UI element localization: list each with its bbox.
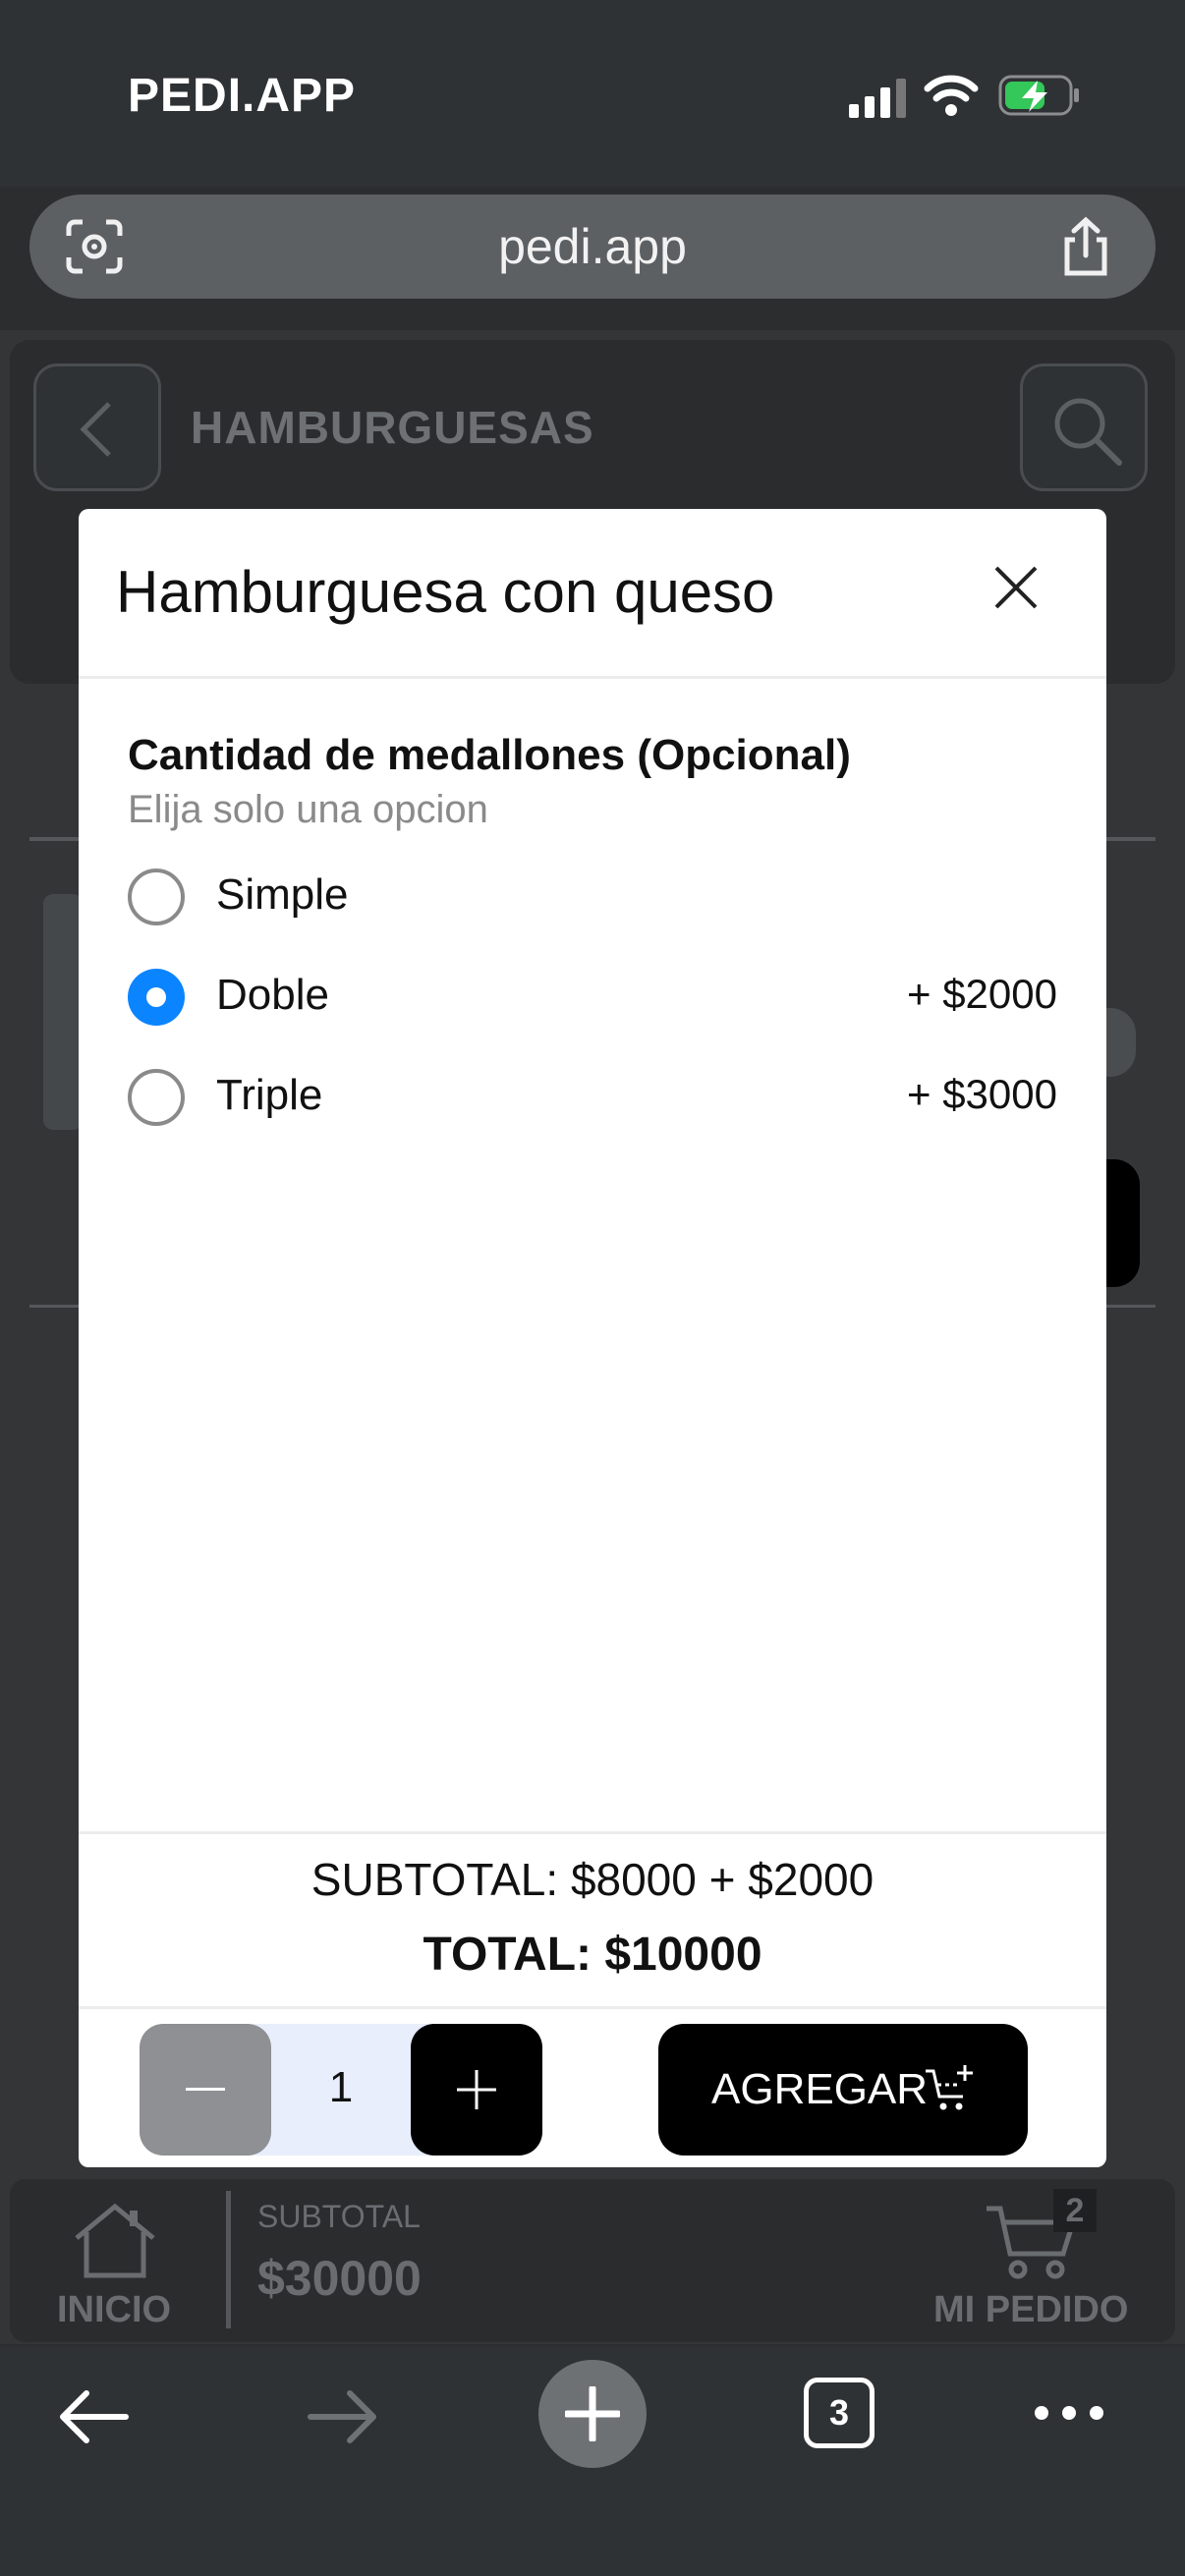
option-label: Simple bbox=[216, 870, 349, 919]
back-button[interactable] bbox=[33, 364, 161, 491]
add-to-order-button[interactable]: AGREGAR bbox=[658, 2024, 1028, 2156]
modal-title: Hamburguesa con queso bbox=[116, 559, 775, 625]
option-group-title: Cantidad de medallones (Opcional) bbox=[128, 731, 851, 779]
radio-button[interactable] bbox=[128, 868, 185, 925]
nav-separator bbox=[226, 2191, 231, 2328]
home-icon[interactable] bbox=[71, 2201, 159, 2279]
increase-quantity-button[interactable] bbox=[411, 2024, 542, 2156]
wifi-icon bbox=[924, 75, 979, 116]
url-text[interactable]: pedi.app bbox=[29, 218, 1156, 275]
product-thumbnail bbox=[43, 894, 83, 1130]
decrease-quantity-button[interactable] bbox=[140, 2024, 271, 2156]
category-title: HAMBURGUESAS bbox=[191, 402, 594, 453]
home-label[interactable]: INICIO bbox=[57, 2289, 171, 2331]
product-options-modal: Hamburguesa con queso Cantidad de medall… bbox=[79, 509, 1106, 2167]
more-icon[interactable] bbox=[1032, 2401, 1106, 2425]
option-label: Doble bbox=[216, 971, 329, 1019]
battery-icon bbox=[998, 75, 1079, 116]
share-icon[interactable] bbox=[1057, 216, 1114, 277]
close-icon[interactable] bbox=[992, 564, 1040, 611]
header-divider bbox=[79, 676, 1106, 679]
option-doble[interactable]: Doble + $2000 bbox=[128, 959, 1057, 1037]
total-line: TOTAL: $10000 bbox=[423, 1929, 762, 1981]
quantity-value: 1 bbox=[328, 2063, 354, 2111]
address-bar[interactable]: pedi.app bbox=[29, 195, 1156, 299]
subtotal-line: SUBTOTAL: $8000 + $2000 bbox=[310, 1854, 875, 1905]
footer-divider bbox=[79, 1831, 1106, 1834]
plus-icon bbox=[457, 2070, 496, 2109]
option-simple[interactable]: Simple bbox=[128, 859, 1057, 937]
option-group-subtitle: Elija solo una opcion bbox=[128, 788, 488, 831]
carrier-label: PEDI.APP bbox=[128, 70, 357, 122]
cart-label[interactable]: MI PEDIDO bbox=[933, 2289, 1128, 2331]
plus-icon bbox=[565, 2386, 620, 2441]
app-bottom-nav: INICIO SUBTOTAL $30000 2 MI PEDIDO bbox=[10, 2179, 1175, 2342]
radio-button[interactable] bbox=[128, 1069, 185, 1126]
cart-add-icon bbox=[926, 2065, 973, 2110]
actions-divider bbox=[79, 2006, 1106, 2009]
background-add-button bbox=[1106, 1159, 1140, 1287]
nav-subtotal-caption: SUBTOTAL bbox=[257, 2199, 421, 2234]
add-button-label: AGREGAR bbox=[711, 2065, 929, 2113]
minus-icon bbox=[186, 2088, 225, 2091]
option-price: + $2000 bbox=[907, 971, 1057, 1017]
chevron-left-icon bbox=[80, 402, 111, 457]
option-triple[interactable]: Triple + $3000 bbox=[128, 1059, 1057, 1138]
back-arrow-icon[interactable] bbox=[57, 2387, 130, 2446]
new-tab-button[interactable] bbox=[538, 2360, 647, 2468]
search-icon bbox=[1054, 398, 1122, 466]
option-price: + $3000 bbox=[907, 1071, 1057, 1117]
browser-toolbar: 3 bbox=[0, 2346, 1185, 2576]
forward-arrow-icon[interactable] bbox=[307, 2387, 379, 2446]
nav-subtotal-value: $30000 bbox=[257, 2251, 422, 2306]
cart-count-badge: 2 bbox=[1053, 2189, 1097, 2232]
option-label: Triple bbox=[216, 1071, 323, 1119]
signal-icon bbox=[849, 79, 906, 118]
radio-button-selected[interactable] bbox=[128, 969, 185, 1026]
tabs-button[interactable]: 3 bbox=[804, 2378, 875, 2448]
search-button[interactable] bbox=[1020, 364, 1148, 491]
quantity-stepper: 1 bbox=[140, 2024, 542, 2156]
